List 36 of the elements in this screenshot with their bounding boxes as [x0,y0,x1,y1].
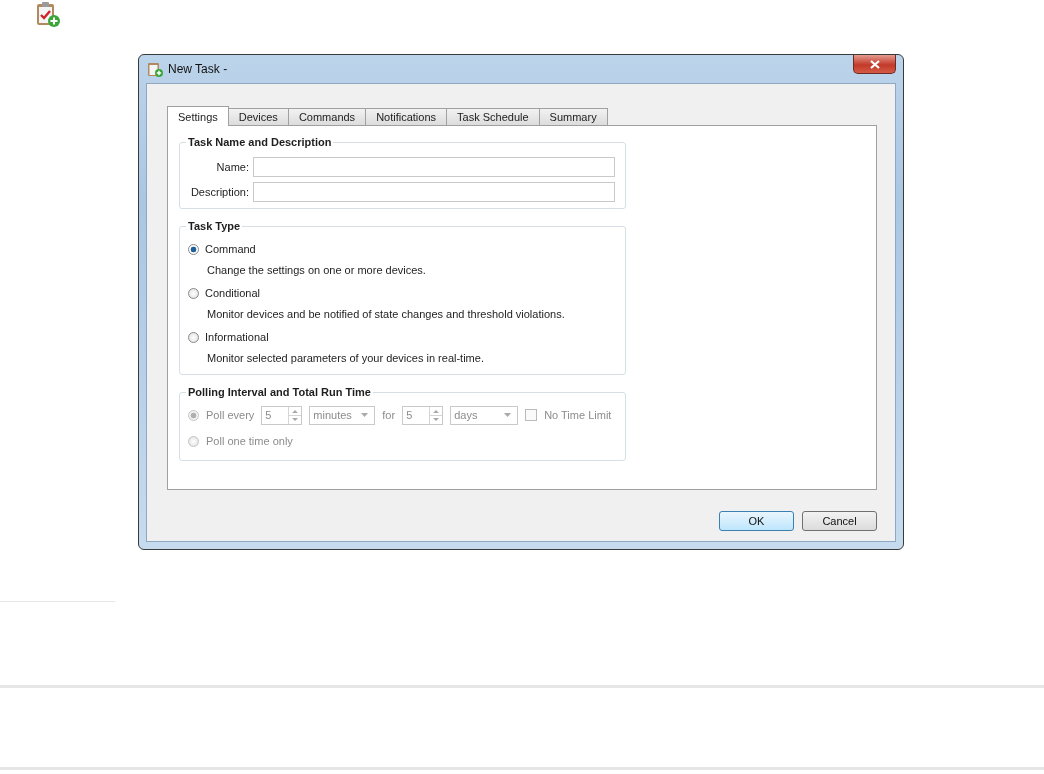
radio-button[interactable] [188,331,199,343]
group-title: Task Name and Description [187,136,333,148]
tab[interactable]: Summary [538,108,608,125]
input-field[interactable] [253,157,615,177]
option-label: Poll one time only [206,435,293,447]
field-label: Description: [189,186,249,198]
for-label: for [382,409,396,421]
tab[interactable]: Commands [287,108,367,125]
close-button[interactable] [853,55,896,74]
tab[interactable]: Devices [227,108,289,125]
group-title: Polling Interval and Total Run Time [187,386,372,398]
close-icon [869,59,880,69]
dialog-button[interactable]: Cancel [802,511,877,531]
option-description: Monitor selected parameters of your devices in real-time. [206,351,485,366]
window-title: New Task - [168,62,228,76]
caret-icon [361,413,369,417]
spin-arrows-icon [288,406,302,424]
tab[interactable]: Settings [167,106,229,126]
field-label: Name: [215,161,249,173]
clipboard-add-icon [147,61,163,77]
input-field[interactable] [253,182,615,202]
radio-button[interactable] [188,243,199,255]
tab[interactable]: Notifications [365,108,448,125]
option-description: Monitor devices and be notified of state changes and threshold violations. [206,307,566,322]
option-label: Informational [205,331,269,343]
option-label: Command [205,243,256,255]
caret-icon [504,413,512,417]
group-title: Task Type [187,220,242,232]
radio-button[interactable] [188,287,199,299]
option-label: Poll every [206,409,255,421]
option-description: Change the settings on one or more devices. [206,263,427,278]
tab[interactable]: Task Schedule [446,108,540,125]
checkbox-label: No Time Limit [544,409,612,421]
option-label: Conditional [205,287,261,299]
dialog-button[interactable]: OK [719,511,794,531]
spin-arrows-icon [429,406,443,424]
